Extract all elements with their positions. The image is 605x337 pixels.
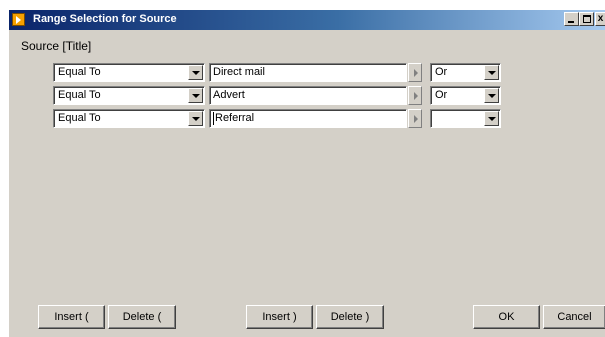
chevron-down-icon[interactable]	[484, 88, 499, 103]
close-button[interactable]: x	[595, 12, 605, 26]
chevron-down-icon[interactable]	[484, 111, 499, 126]
maximize-button[interactable]	[579, 12, 594, 26]
connector-select-1[interactable]: Or	[430, 63, 501, 82]
operator-select-1[interactable]: Equal To	[53, 63, 205, 82]
chevron-down-icon[interactable]	[188, 65, 203, 80]
minimize-button[interactable]	[564, 12, 579, 26]
field-heading: Source [Title]	[21, 39, 92, 53]
value-input-2[interactable]: Advert	[209, 86, 407, 105]
text-cursor	[213, 112, 214, 125]
title-bar[interactable]: Range Selection for Source x	[9, 10, 605, 30]
window-title: Range Selection for Source	[33, 13, 177, 25]
cancel-button[interactable]: Cancel	[543, 305, 605, 329]
chevron-down-icon[interactable]	[188, 88, 203, 103]
value-text-3: Referral	[215, 112, 255, 124]
ok-button[interactable]: OK	[473, 305, 540, 329]
operator-value-2: Equal To	[58, 89, 101, 101]
insert-close-paren-button[interactable]: Insert )	[246, 305, 313, 329]
chevron-down-icon[interactable]	[484, 65, 499, 80]
connector-select-3[interactable]	[430, 109, 501, 128]
value-picker-button-2[interactable]	[408, 86, 422, 105]
value-text-2: Advert	[213, 89, 245, 101]
operator-select-3[interactable]: Equal To	[53, 109, 205, 128]
value-text-1: Direct mail	[213, 66, 265, 78]
connector-value-2: Or	[435, 89, 448, 101]
app-icon	[12, 13, 25, 26]
delete-open-paren-button[interactable]: Delete (	[108, 305, 176, 329]
operator-select-2[interactable]: Equal To	[53, 86, 205, 105]
chevron-down-icon[interactable]	[188, 111, 203, 126]
value-picker-button-3[interactable]	[408, 109, 422, 128]
value-input-1[interactable]: Direct mail	[209, 63, 407, 82]
operator-value-1: Equal To	[58, 66, 101, 78]
connector-select-2[interactable]: Or	[430, 86, 501, 105]
operator-value-3: Equal To	[58, 112, 101, 124]
value-picker-button-1[interactable]	[408, 63, 422, 82]
connector-value-1: Or	[435, 66, 448, 78]
insert-open-paren-button[interactable]: Insert (	[38, 305, 105, 329]
range-selection-window: Range Selection for Source x Source [Tit…	[8, 9, 605, 337]
delete-close-paren-button[interactable]: Delete )	[316, 305, 384, 329]
value-input-3[interactable]: Referral	[209, 109, 407, 128]
